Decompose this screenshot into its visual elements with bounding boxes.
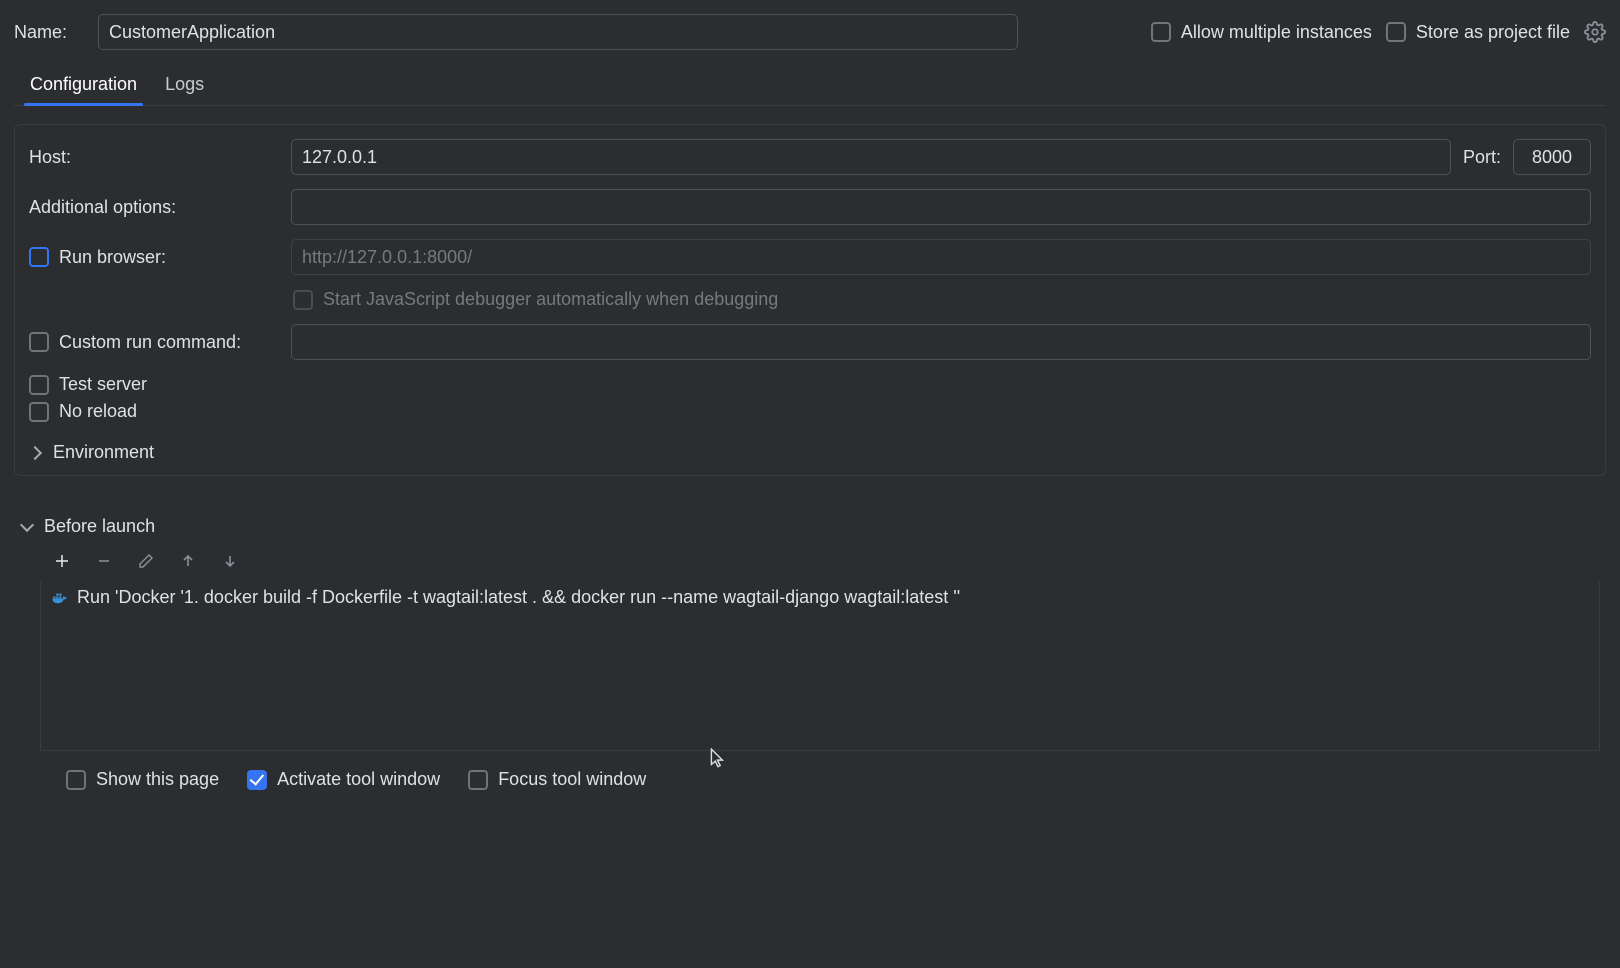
no-reload-checkbox[interactable]: No reload	[29, 401, 137, 422]
port-input[interactable]	[1513, 139, 1591, 175]
show-this-page-checkbox[interactable]: Show this page	[66, 769, 219, 790]
before-launch-task[interactable]: Run 'Docker '1. docker build -f Dockerfi…	[41, 581, 1599, 614]
store-as-project-label: Store as project file	[1416, 22, 1570, 43]
tabs: Configuration Logs	[14, 68, 1606, 106]
focus-tool-window-checkbox[interactable]: Focus tool window	[468, 769, 646, 790]
custom-run-command-input[interactable]	[291, 324, 1591, 360]
bottom-options: Show this page Activate tool window Focu…	[20, 751, 1606, 790]
tab-logs[interactable]: Logs	[165, 68, 204, 105]
allow-multiple-instances-checkbox[interactable]: Allow multiple instances	[1151, 22, 1372, 43]
move-up-icon[interactable]	[178, 551, 198, 571]
additional-options-input[interactable]	[291, 189, 1591, 225]
focus-tool-window-label: Focus tool window	[498, 769, 646, 790]
store-as-project-file-checkbox[interactable]: Store as project file	[1386, 22, 1570, 43]
environment-expander[interactable]: Environment	[29, 436, 1591, 469]
run-browser-label: Run browser:	[59, 247, 166, 268]
before-launch-list[interactable]: Run 'Docker '1. docker build -f Dockerfi…	[40, 581, 1600, 751]
checkbox-icon	[29, 375, 49, 395]
before-launch-title: Before launch	[44, 516, 155, 537]
checkbox-icon	[66, 770, 86, 790]
test-server-label: Test server	[59, 374, 147, 395]
host-input[interactable]	[291, 139, 1451, 175]
run-browser-url-input[interactable]	[291, 239, 1591, 275]
activate-tool-window-checkbox[interactable]: Activate tool window	[247, 769, 440, 790]
chevron-down-icon	[20, 520, 34, 534]
start-js-debugger-label: Start JavaScript debugger automatically …	[323, 289, 778, 310]
before-launch-toolbar	[20, 547, 1606, 581]
name-label: Name:	[14, 22, 84, 43]
add-icon[interactable]	[52, 551, 72, 571]
chevron-right-icon	[29, 446, 43, 460]
before-launch-task-text: Run 'Docker '1. docker build -f Dockerfi…	[77, 587, 960, 608]
remove-icon[interactable]	[94, 551, 114, 571]
checkbox-icon	[468, 770, 488, 790]
header-row: Name: Allow multiple instances Store as …	[14, 14, 1606, 50]
custom-run-command-label: Custom run command:	[59, 332, 241, 353]
no-reload-label: No reload	[59, 401, 137, 422]
checkbox-icon	[29, 247, 49, 267]
checkbox-icon	[29, 402, 49, 422]
run-browser-checkbox[interactable]: Run browser:	[29, 247, 279, 268]
before-launch-expander[interactable]: Before launch	[20, 516, 1606, 537]
edit-icon[interactable]	[136, 551, 156, 571]
activate-tool-window-label: Activate tool window	[277, 769, 440, 790]
checkbox-icon	[29, 332, 49, 352]
docker-icon	[51, 589, 69, 607]
port-label: Port:	[1463, 147, 1501, 168]
tab-configuration[interactable]: Configuration	[30, 68, 137, 105]
name-input[interactable]	[98, 14, 1018, 50]
allow-multiple-label: Allow multiple instances	[1181, 22, 1372, 43]
host-label: Host:	[29, 147, 279, 168]
checkbox-icon	[247, 770, 267, 790]
environment-label: Environment	[53, 442, 154, 463]
show-this-page-label: Show this page	[96, 769, 219, 790]
custom-run-command-checkbox[interactable]: Custom run command:	[29, 332, 279, 353]
move-down-icon[interactable]	[220, 551, 240, 571]
checkbox-icon	[1386, 22, 1406, 42]
configuration-panel: Host: Port: Additional options: Run brow…	[14, 124, 1606, 476]
test-server-checkbox[interactable]: Test server	[29, 374, 147, 395]
start-js-debugger-checkbox	[293, 290, 313, 310]
additional-options-label: Additional options:	[29, 197, 279, 218]
gear-icon[interactable]	[1584, 21, 1606, 43]
checkbox-icon	[1151, 22, 1171, 42]
